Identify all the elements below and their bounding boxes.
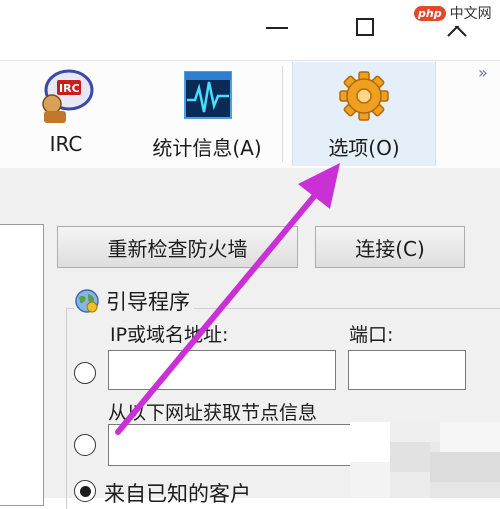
bootstrap-group-title: 引导程序 (74, 286, 194, 316)
gear-icon (339, 71, 389, 121)
ip-address-input[interactable] (108, 350, 336, 390)
port-label: 端口: (349, 324, 394, 346)
maximize-icon (356, 18, 374, 36)
url-label: 从以下网址获取节点信息 (108, 402, 318, 424)
toolbar-statistics-label: 统计信息(A) (152, 136, 262, 160)
left-list-pane[interactable] (0, 224, 44, 506)
svg-text:IRC: IRC (59, 82, 80, 95)
bootstrap-group-label: 引导程序 (106, 290, 190, 314)
toolbar-options-label: 选项(O) (328, 136, 400, 160)
toolbar-irc-button[interactable]: IRC IRC (26, 62, 106, 166)
toolbar-separator (282, 66, 283, 162)
radio-known-clients[interactable] (74, 480, 96, 502)
radio-selected-dot (79, 485, 91, 497)
bootstrap-globe-icon (75, 289, 99, 313)
known-clients-label: 来自已知的客户 (104, 482, 251, 506)
radio-url[interactable] (74, 434, 96, 456)
watermark: php 中文网 (414, 0, 500, 26)
toolbar-options-button[interactable]: 选项(O) (292, 62, 436, 166)
toolbar-irc-label: IRC (49, 132, 83, 156)
pixelated-region (350, 422, 500, 498)
statistics-waveform-icon (184, 71, 232, 119)
watermark-text: 中文网 (449, 6, 492, 22)
watermark-badge: php (414, 5, 446, 21)
maximize-button[interactable] (348, 10, 382, 44)
recheck-firewall-button[interactable]: 重新检查防火墙 (57, 226, 298, 268)
minimize-button[interactable] (260, 10, 294, 44)
toolbar-statistics-button[interactable]: 统计信息(A) (140, 62, 274, 166)
port-input[interactable] (348, 350, 466, 390)
minimize-icon (266, 27, 288, 29)
ip-address-label: IP或域名地址: (110, 324, 229, 346)
radio-ip-address[interactable] (74, 362, 96, 384)
irc-chat-icon: IRC (42, 69, 94, 123)
connect-button[interactable]: 连接(C) (315, 226, 465, 268)
toolbar-overflow-chevron-icon[interactable]: » (478, 63, 488, 82)
